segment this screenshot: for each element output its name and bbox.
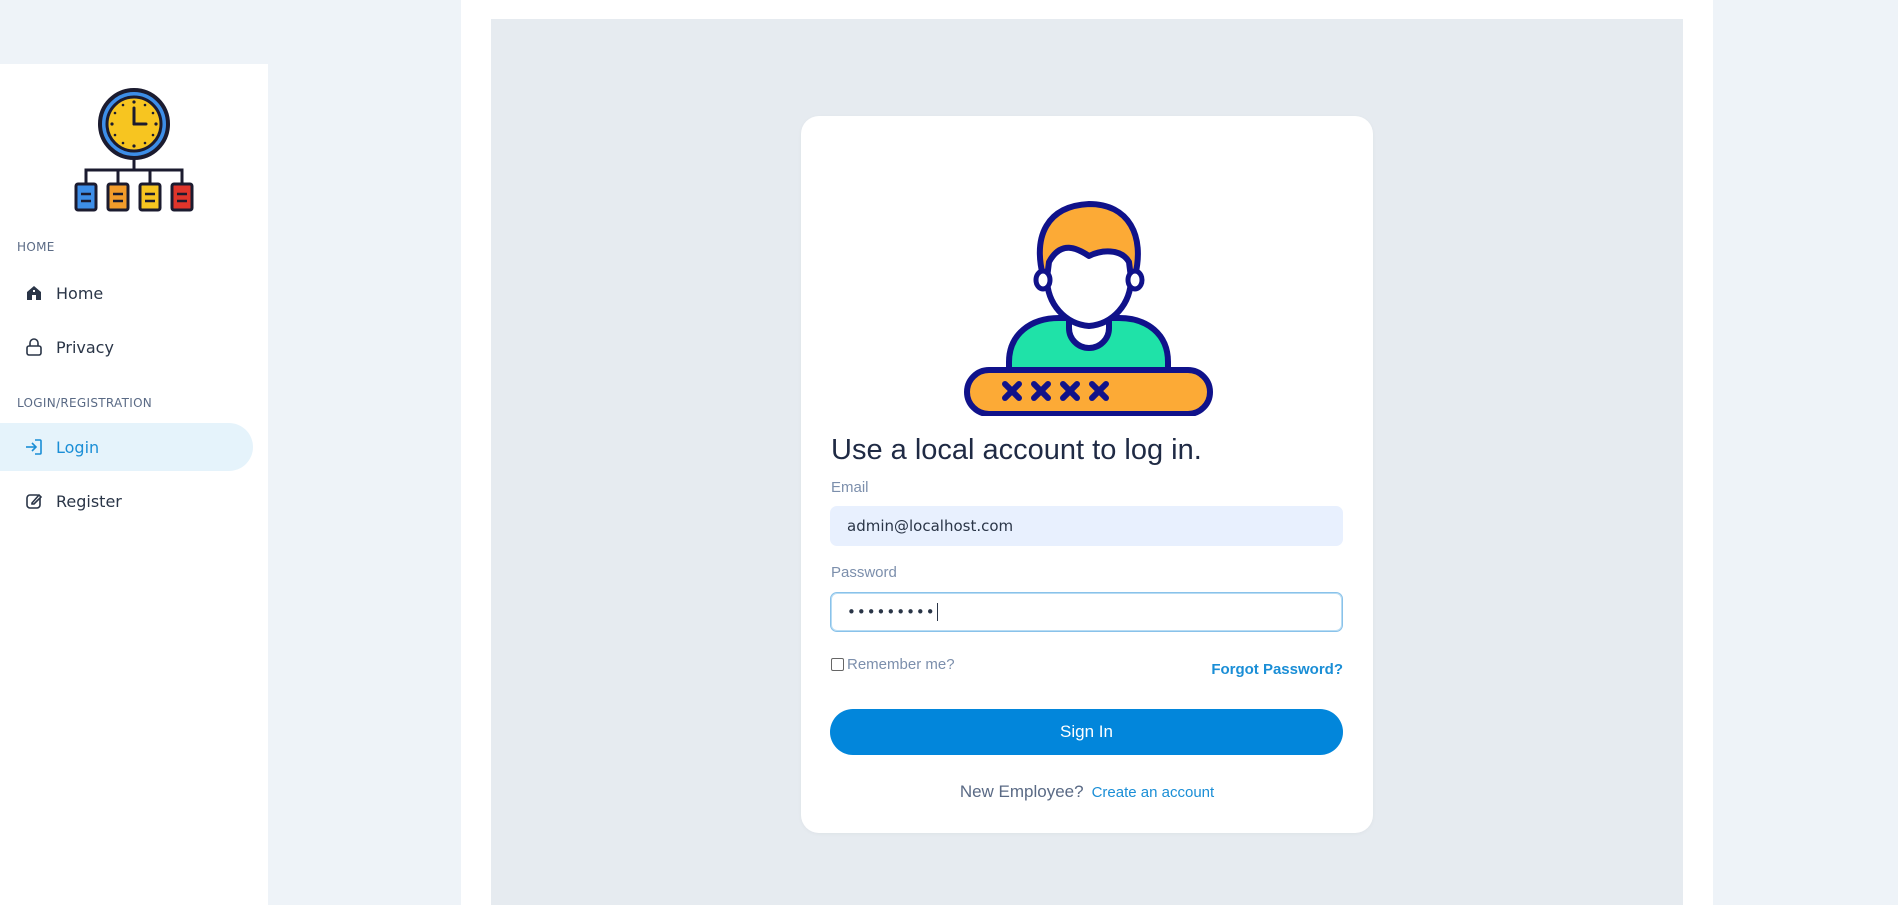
email-field[interactable]: admin@localhost.com — [830, 506, 1343, 546]
sign-in-button[interactable]: Sign In — [830, 709, 1343, 755]
app-logo-icon[interactable] — [72, 88, 196, 216]
remember-me-checkbox[interactable] — [831, 658, 844, 671]
new-employee-text: New Employee? — [959, 782, 1084, 801]
lock-icon — [24, 337, 44, 357]
sidebar-item-label: Home — [56, 283, 104, 303]
login-card: Use a local account to log in. Email adm… — [801, 116, 1373, 833]
sidebar-item-register[interactable]: Register — [0, 477, 253, 525]
sidebar: HOME Home Privacy LOGIN/REGISTRATION Log… — [0, 64, 268, 905]
forgot-password-link[interactable]: Forgot Password? — [1211, 661, 1343, 678]
sidebar-item-login[interactable]: Login — [0, 423, 253, 471]
password-field[interactable]: ••••••••• — [830, 592, 1343, 632]
email-label: Email — [831, 479, 869, 496]
create-account-link[interactable]: Create an account — [1092, 784, 1215, 801]
remember-me-label: Remember me? — [847, 656, 955, 673]
new-employee-row: New Employee? Create an account — [801, 782, 1373, 802]
sidebar-item-label: Privacy — [56, 337, 114, 357]
login-title: Use a local account to log in. — [831, 434, 1202, 466]
sidebar-item-home[interactable]: Home — [0, 269, 253, 317]
home-icon — [24, 283, 44, 303]
password-label: Password — [831, 564, 897, 581]
section-label-login-registration: LOGIN/REGISTRATION — [17, 396, 153, 410]
section-label-home: HOME — [17, 240, 55, 254]
sidebar-item-label: Login — [56, 437, 100, 457]
password-value: ••••••••• — [847, 603, 936, 621]
edit-icon — [24, 491, 44, 511]
user-password-icon — [961, 166, 1216, 417]
login-icon — [24, 437, 44, 457]
sidebar-item-privacy[interactable]: Privacy — [0, 323, 253, 371]
sidebar-item-label: Register — [56, 491, 122, 511]
remember-me[interactable]: Remember me? — [831, 656, 955, 673]
text-caret — [936, 603, 938, 621]
email-value: admin@localhost.com — [847, 517, 1014, 535]
